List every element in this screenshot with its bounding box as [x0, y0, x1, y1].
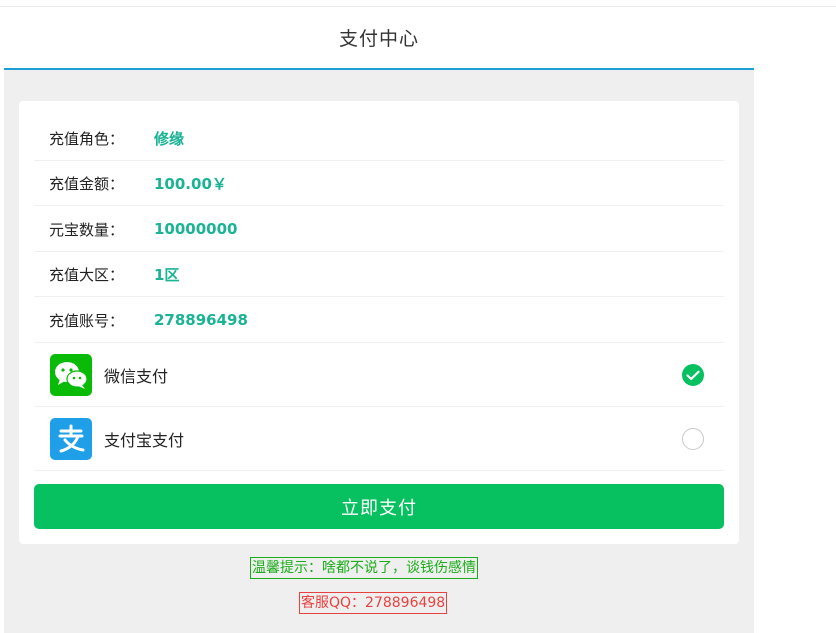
- info-value-amount: 100.00￥: [154, 174, 227, 193]
- payment-option-wechat[interactable]: 微信支付: [34, 344, 724, 407]
- alipay-icon: [50, 418, 92, 460]
- info-row-ingots: 元宝数量： 10000000: [34, 207, 724, 252]
- info-label-account: 充值账号：: [49, 311, 125, 330]
- info-row-account: 充值账号： 278896498: [34, 298, 724, 343]
- pay-now-button[interactable]: 立即支付: [34, 484, 724, 529]
- info-value-account: 278896498: [154, 311, 248, 329]
- info-label-role: 充值角色：: [49, 129, 125, 148]
- payment-option-alipay[interactable]: 支付宝支付: [34, 408, 724, 471]
- info-row-role: 充值角色： 修缘: [34, 116, 724, 161]
- payment-option-label: 微信支付: [104, 367, 169, 386]
- radio-unchecked-icon[interactable]: [682, 428, 704, 450]
- customer-service-qq: 客服QQ：278896498: [299, 592, 448, 614]
- header: 支付中心: [4, 7, 754, 70]
- info-value-role: 修缘: [154, 129, 185, 148]
- payment-stage: 支付中心 充值角色： 修缘 充值金额： 100.00￥ 元宝数量： 100000…: [4, 7, 754, 633]
- info-value-ingots: 10000000: [154, 220, 238, 238]
- wechat-icon: [50, 354, 92, 396]
- info-value-server: 1区: [154, 265, 180, 284]
- info-row-amount: 充值金额： 100.00￥: [34, 161, 724, 206]
- warm-tip: 温馨提示：啥都不说了，谈钱伤感情: [250, 557, 478, 579]
- payment-option-label: 支付宝支付: [104, 431, 185, 450]
- info-label-server: 充值大区：: [49, 265, 125, 284]
- info-label-amount: 充值金额：: [49, 174, 125, 193]
- info-row-server: 充值大区： 1区: [34, 252, 724, 297]
- top-rule: [0, 0, 836, 7]
- radio-checked-icon[interactable]: [682, 364, 704, 386]
- info-label-ingots: 元宝数量：: [49, 220, 125, 239]
- payment-card: 充值角色： 修缘 充值金额： 100.00￥ 元宝数量： 10000000 充值…: [19, 101, 739, 544]
- page: 支付中心 充值角色： 修缘 充值金额： 100.00￥ 元宝数量： 100000…: [0, 0, 836, 633]
- page-title: 支付中心: [338, 28, 419, 50]
